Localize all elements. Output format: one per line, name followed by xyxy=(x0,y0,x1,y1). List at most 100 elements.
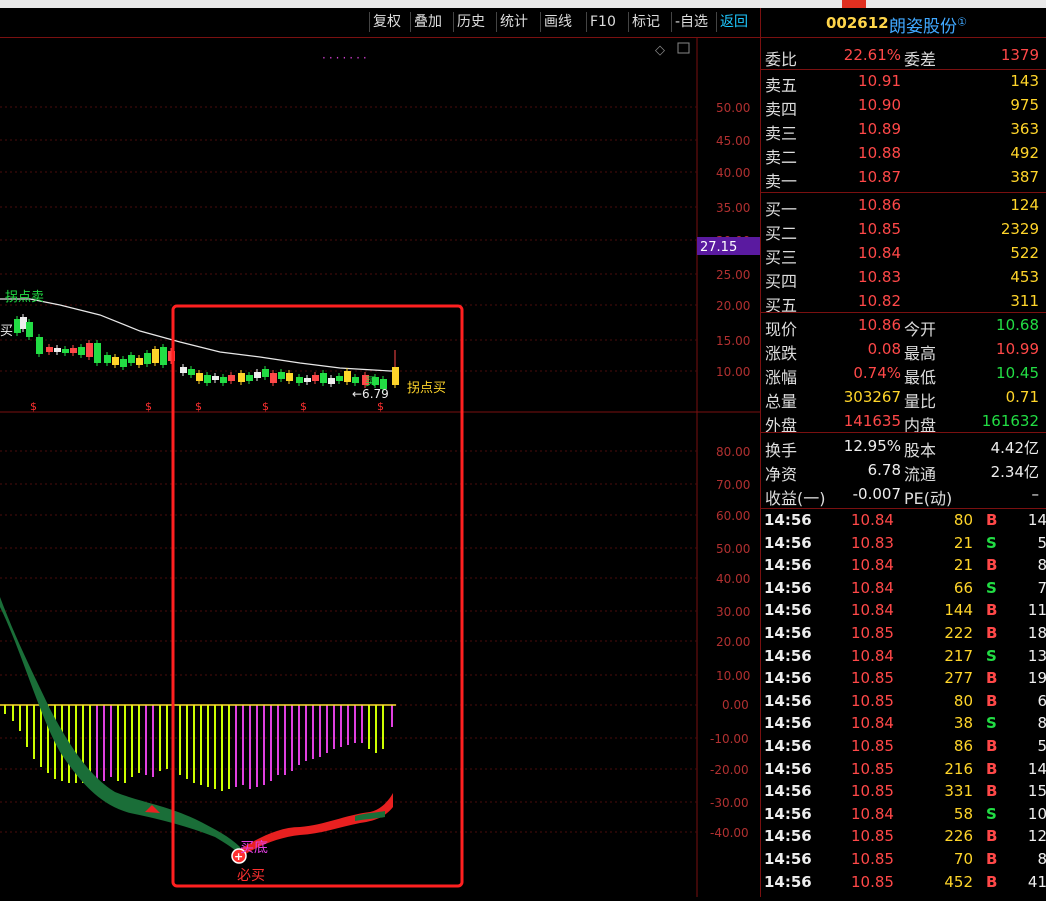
candle-body xyxy=(120,359,127,367)
tick-time: 14:56 xyxy=(764,669,812,688)
tick-row[interactable]: 14:56 10.84 80 B 14 xyxy=(761,510,1046,533)
tick-time: 14:56 xyxy=(764,714,812,733)
candle-body xyxy=(14,319,21,333)
candle-body xyxy=(196,373,203,381)
tick-row[interactable]: 14:56 10.84 21 B 8 xyxy=(761,555,1046,578)
watchlist-button[interactable]: -自选 xyxy=(671,12,711,32)
mark-button[interactable]: 标记 xyxy=(628,12,663,32)
s-marker: $ xyxy=(377,400,384,413)
tick-volume: 86 xyxy=(953,737,973,755)
tick-count: 19 xyxy=(1027,669,1046,688)
ask-price: 10.87 xyxy=(858,168,901,186)
indicator-tick-label: 70.00 xyxy=(716,478,750,492)
quote-value: 0.08 xyxy=(867,340,901,358)
quote-value: 10.86 xyxy=(858,316,901,334)
draw-line-button[interactable]: 画线 xyxy=(540,12,575,32)
separator xyxy=(761,508,1046,509)
ask-row[interactable]: 卖四 10.90 975 xyxy=(761,94,1046,119)
ask-price: 10.91 xyxy=(858,72,901,90)
history-button[interactable]: 历史 xyxy=(453,12,488,32)
tick-price: 10.84 xyxy=(851,646,894,665)
tick-row[interactable]: 14:56 10.85 80 B 6 xyxy=(761,691,1046,714)
price-tick-label: 10.00 xyxy=(716,365,750,379)
tick-row[interactable]: 14:56 10.84 38 S 8 xyxy=(761,713,1046,736)
candle-body xyxy=(328,378,335,384)
top-red-indicator xyxy=(842,0,866,8)
candle-body xyxy=(238,373,245,382)
tick-row[interactable]: 14:56 10.84 144 B 11 xyxy=(761,600,1046,623)
bid-row[interactable]: 买五 10.82 311 xyxy=(761,290,1046,315)
tick-time: 14:56 xyxy=(764,691,812,710)
tick-count: 14 xyxy=(1027,511,1046,529)
quote-value: 161632 xyxy=(981,412,1039,430)
candle-body xyxy=(254,372,261,378)
ask-row[interactable]: 卖三 10.89 363 xyxy=(761,118,1046,143)
ask-row[interactable]: 卖一 10.87 387 xyxy=(761,166,1046,191)
tick-row[interactable]: 14:56 10.84 58 S 10 xyxy=(761,804,1046,827)
bid-row[interactable]: 买四 10.83 453 xyxy=(761,266,1046,291)
candlesticks xyxy=(14,314,399,392)
overlay-button[interactable]: 叠加 xyxy=(410,12,445,32)
ask-volume: 975 xyxy=(1010,96,1039,114)
tick-time: 14:56 xyxy=(764,601,812,620)
bid-volume: 522 xyxy=(1010,244,1039,262)
candle-body xyxy=(94,343,101,363)
tick-row[interactable]: 14:56 10.85 226 B 12 xyxy=(761,826,1046,849)
indicator-tick-label: -10.00 xyxy=(710,732,749,746)
tick-row[interactable]: 14:56 10.84 217 S 13 xyxy=(761,646,1046,669)
tick-price: 10.84 xyxy=(851,601,894,620)
bid-row[interactable]: 买二 10.85 2329 xyxy=(761,218,1046,243)
tick-volume: 80 xyxy=(953,691,973,710)
fundamental-row: 换手 12.95% 股本 4.42亿 xyxy=(761,435,1046,460)
left-buy-annotation: 买 xyxy=(0,324,13,339)
candle-body xyxy=(160,347,167,365)
tick-side: S xyxy=(986,646,997,665)
quote-value: 10.99 xyxy=(996,340,1039,358)
stats-button[interactable]: 统计 xyxy=(496,12,531,32)
tick-price: 10.84 xyxy=(851,578,894,597)
stock-name[interactable]: 朗姿股份① xyxy=(889,12,967,37)
tick-row[interactable]: 14:56 10.85 452 B 41 xyxy=(761,872,1046,895)
quote-row: 涨跌 0.08 最高 10.99 xyxy=(761,338,1046,363)
indicator-tick-label: 10.00 xyxy=(716,669,750,683)
f10-button[interactable]: F10 xyxy=(586,12,619,32)
fundamental-value: – xyxy=(1031,485,1040,503)
diamond-icon[interactable]: ◇ xyxy=(655,43,665,58)
bid-price: 10.86 xyxy=(858,196,901,214)
s-marker: $ xyxy=(195,400,202,413)
tick-volume: 58 xyxy=(953,804,973,823)
ask-label: 卖一 xyxy=(765,172,798,191)
tick-side: B xyxy=(986,759,998,778)
tick-row[interactable]: 14:56 10.83 21 S 5 xyxy=(761,533,1046,556)
tick-volume: 452 xyxy=(944,872,973,891)
price-tick-label: 45.00 xyxy=(716,134,750,148)
bid-row[interactable]: 买三 10.84 522 xyxy=(761,242,1046,267)
window-toggle-icon[interactable] xyxy=(677,42,690,54)
ask-row[interactable]: 卖二 10.88 492 xyxy=(761,142,1046,167)
tick-row[interactable]: 14:56 10.85 331 B 15 xyxy=(761,781,1046,804)
bid-row[interactable]: 买一 10.86 124 xyxy=(761,194,1046,219)
indicator-tick-label: -20.00 xyxy=(710,763,749,777)
candle-body xyxy=(212,376,219,380)
quote-value: 141635 xyxy=(843,412,901,430)
tick-row[interactable]: 14:56 10.85 70 B 8 xyxy=(761,849,1046,872)
indicator-tick-label: -30.00 xyxy=(710,796,749,810)
tick-row[interactable]: 14:56 10.85 216 B 14 xyxy=(761,759,1046,782)
fundamental-value: -0.007 xyxy=(852,485,901,503)
back-button[interactable]: 返回 xyxy=(716,12,751,32)
tick-row[interactable]: 14:56 10.85 222 B 18 xyxy=(761,623,1046,646)
fuquan-button[interactable]: 复权 xyxy=(369,12,404,32)
indicator-tick-label: 40.00 xyxy=(716,572,750,586)
tick-volume: 144 xyxy=(944,601,973,620)
tick-row[interactable]: 14:56 10.84 66 S 7 xyxy=(761,578,1046,601)
candle-body xyxy=(136,358,143,365)
ask-row[interactable]: 卖五 10.91 143 xyxy=(761,70,1046,95)
tick-side: B xyxy=(986,737,998,755)
bid-label: 买一 xyxy=(765,200,798,219)
quote-panel: 002612 朗姿股份① 委比 22.61% 委差 1379 卖五 10.91 14… xyxy=(760,8,1046,897)
tick-row[interactable]: 14:56 10.85 277 B 19 xyxy=(761,668,1046,691)
fundamental-value: 2.34亿 xyxy=(990,463,1039,481)
order-ratio-value: 22.61% xyxy=(843,46,901,64)
tick-side: B xyxy=(986,624,998,642)
tick-row[interactable]: 14:56 10.85 86 B 5 xyxy=(761,736,1046,759)
